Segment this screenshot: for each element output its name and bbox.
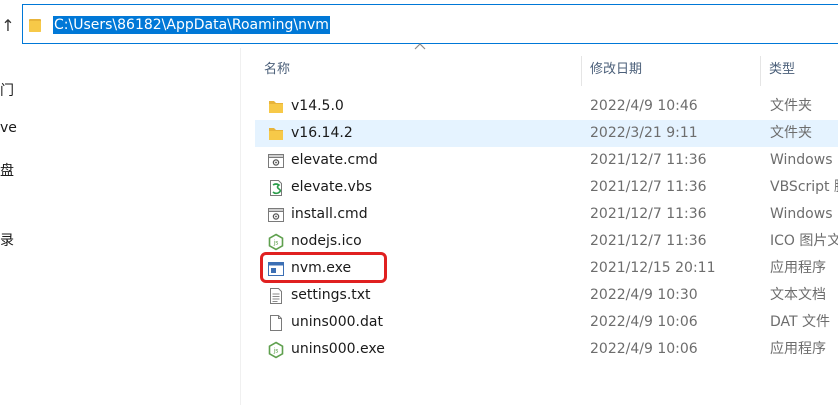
blank-file-icon — [270, 315, 282, 331]
file-name: unins000.exe — [291, 341, 385, 357]
file-modified: 2021/12/7 11:36 — [590, 233, 707, 249]
file-type: VBScript 脚 — [770, 179, 838, 195]
cmd-script-icon — [268, 208, 284, 222]
file-row[interactable]: v16.14.2 2022/3/21 9:11 文件夹 — [255, 120, 838, 147]
cmd-script-icon — [268, 154, 284, 168]
file-row[interactable]: elevate.vbs 2021/12/7 11:36 VBScript 脚 — [255, 174, 838, 201]
address-path[interactable]: C:\Users\86182\AppData\Roaming\nvm — [53, 16, 330, 34]
folder-icon — [269, 101, 283, 113]
exe-app-icon — [268, 262, 284, 276]
text-file-icon — [270, 288, 282, 304]
nav-item-fragment[interactable]: 盘 — [0, 160, 14, 180]
file-name: elevate.cmd — [291, 152, 378, 168]
file-row[interactable]: elevate.cmd 2021/12/7 11:36 Windows — [255, 147, 838, 174]
nodejs-icon: js — [268, 341, 284, 359]
file-modified: 2021/12/7 11:36 — [590, 179, 707, 195]
file-type: DAT 文件 — [770, 314, 831, 330]
file-modified: 2021/12/15 20:11 — [590, 260, 716, 276]
file-row[interactable]: unins000.dat 2022/4/9 10:06 DAT 文件 — [255, 309, 838, 336]
file-name: v14.5.0 — [291, 98, 344, 114]
file-name: unins000.dat — [291, 314, 383, 330]
file-row[interactable]: settings.txt 2022/4/9 10:30 文本文档 — [255, 282, 838, 309]
file-name: nvm.exe — [291, 260, 352, 276]
file-type: 应用程序 — [770, 341, 826, 357]
column-header-name[interactable]: 名称 — [264, 52, 290, 88]
file-name: v16.14.2 — [291, 125, 353, 141]
column-header-row: 名称 修改日期 类型 — [242, 52, 838, 88]
file-type: 文本文档 — [770, 287, 826, 303]
file-type: Windows — [770, 152, 833, 168]
nav-item-fragment[interactable]: 门 — [0, 80, 14, 100]
file-name: settings.txt — [291, 287, 371, 303]
file-row[interactable]: v14.5.0 2022/4/9 10:46 文件夹 — [255, 93, 838, 120]
file-row[interactable]: js unins000.exe 2022/4/9 10:06 应用程序 — [255, 336, 838, 363]
file-list: v14.5.0 2022/4/9 10:46 文件夹 v16.14.2 2022… — [255, 93, 838, 363]
nodejs-icon: js — [268, 233, 284, 251]
file-type: Windows — [770, 206, 833, 222]
file-modified: 2022/4/9 10:46 — [590, 98, 698, 114]
nav-item-fragment[interactable]: 录 — [0, 230, 14, 250]
navigation-pane: 门 ve 盘 录 — [0, 48, 242, 405]
column-divider[interactable] — [581, 56, 582, 86]
column-header-modified[interactable]: 修改日期 — [590, 52, 642, 88]
sort-ascending-icon — [414, 43, 426, 50]
file-type: 文件夹 — [770, 125, 812, 141]
file-row[interactable]: nvm.exe 2021/12/15 20:11 应用程序 — [255, 255, 838, 282]
nav-item-fragment[interactable]: ve — [0, 120, 17, 136]
file-type: 应用程序 — [770, 260, 826, 276]
file-type: ICO 图片文 — [770, 233, 838, 249]
file-row[interactable]: install.cmd 2021/12/7 11:36 Windows — [255, 201, 838, 228]
up-arrow-icon[interactable]: ↑ — [0, 14, 16, 38]
file-row[interactable]: js nodejs.ico 2021/12/7 11:36 ICO 图片文 — [255, 228, 838, 255]
svg-text:js: js — [273, 348, 279, 355]
file-modified: 2022/3/21 9:11 — [590, 125, 698, 141]
column-divider[interactable] — [760, 56, 761, 86]
file-modified: 2022/4/9 10:06 — [590, 314, 698, 330]
file-name: elevate.vbs — [291, 179, 372, 195]
folder-icon — [29, 19, 41, 32]
svg-text:js: js — [273, 240, 279, 247]
vbs-script-icon — [270, 180, 282, 196]
file-name: install.cmd — [291, 206, 368, 222]
file-type: 文件夹 — [770, 98, 812, 114]
file-modified: 2021/12/7 11:36 — [590, 206, 707, 222]
file-modified: 2022/4/9 10:06 — [590, 341, 698, 357]
column-header-type[interactable]: 类型 — [769, 52, 795, 88]
folder-icon — [269, 128, 283, 140]
pane-divider[interactable] — [240, 48, 241, 405]
file-name: nodejs.ico — [291, 233, 362, 249]
file-modified: 2022/4/9 10:30 — [590, 287, 698, 303]
address-bar[interactable]: C:\Users\86182\AppData\Roaming\nvm — [22, 4, 838, 44]
file-modified: 2021/12/7 11:36 — [590, 152, 707, 168]
